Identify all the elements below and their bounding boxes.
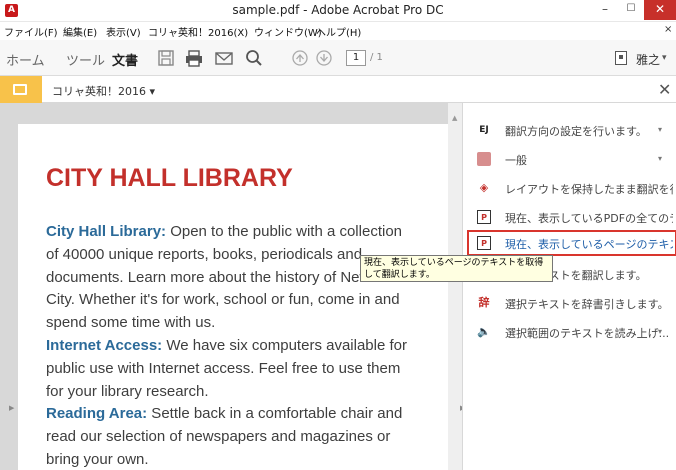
menu-view[interactable]: 表示(V) xyxy=(106,24,141,39)
body-line: for your library research. xyxy=(46,382,209,400)
mail-icon[interactable] xyxy=(214,48,234,68)
chevron-down-icon[interactable]: ▾ xyxy=(658,154,662,163)
save-icon[interactable] xyxy=(156,48,176,68)
panel-item-label: 一般 xyxy=(505,154,527,167)
maximize-button[interactable]: ☐ xyxy=(618,0,644,20)
tab-document[interactable]: 文書 xyxy=(112,50,138,69)
main-toolbar: ホーム ツール 文書 1 / 1 雅之 ▾ xyxy=(0,40,676,76)
vertical-scrollbar[interactable]: ▲ xyxy=(448,103,462,470)
panel-item-layout-translate[interactable]: ◈ レイアウトを保持したまま翻訳を行... xyxy=(463,175,676,201)
panel-item-translate-direction[interactable]: EJ 翻訳方向の設定を行います。 ▾ xyxy=(463,117,676,143)
panel-item-label: 翻訳方向の設定を行います。 xyxy=(505,125,647,138)
panel-item-label: レイアウトを保持したまま翻訳を行... xyxy=(505,183,673,196)
chevron-down-icon[interactable]: ▾ xyxy=(658,125,662,134)
plugin-panel-toggle[interactable] xyxy=(0,76,42,103)
body-line: City. Whether it's for work, school or f… xyxy=(46,291,400,309)
panel-item-dictionary[interactable]: 辞 選択テキストを辞書引きします。 xyxy=(463,290,676,316)
panel-item-read-aloud[interactable]: 🔈 選択範囲のテキストを読み上げ... ▾ xyxy=(463,319,676,345)
translation-tools-panel: EJ 翻訳方向の設定を行います。 ▾ 一般 ▾ ◈ レイアウトを保持したまま翻訳… xyxy=(462,103,676,470)
menu-help[interactable]: ヘルプ(H) xyxy=(316,24,361,39)
body-line: read our selection of newspapers and mag… xyxy=(46,428,391,446)
panel-item-general[interactable]: 一般 ▾ xyxy=(463,146,676,172)
general-settings-icon xyxy=(477,152,491,166)
folder-icon xyxy=(13,84,27,95)
user-name[interactable]: 雅之 xyxy=(636,51,660,68)
tooltip: 現在、表示しているページのテキストを取得して翻訳します。 xyxy=(360,255,553,282)
menu-bar: ファイル(F) 編集(E) 表示(V) コリャ英和！2016(X) ウィンドウ(… xyxy=(0,22,676,40)
scroll-up-icon[interactable]: ▲ xyxy=(452,114,457,122)
document-title: CITY HALL LIBRARY xyxy=(46,164,293,192)
panel-item-label: 現在、表示しているPDFの全てのテ... xyxy=(505,212,673,225)
pdf-all-text-icon: P xyxy=(477,210,491,224)
chevron-down-icon[interactable]: ▾ xyxy=(662,53,667,63)
chevron-down-icon[interactable]: ▾ xyxy=(658,327,662,336)
panel-item-label: 選択範囲のテキストを読み上げ... xyxy=(505,327,670,340)
user-account-icon[interactable] xyxy=(615,51,627,65)
close-plugin-icon[interactable]: ✕ xyxy=(658,80,671,99)
previous-page-icon[interactable] xyxy=(290,48,310,68)
panel-item-label: 現在、表示しているページのテキス... xyxy=(505,238,673,251)
title-bar: A sample.pdf - Adobe Acrobat Pro DC – ☐ … xyxy=(0,0,676,22)
plugin-name-dropdown[interactable]: コリャ英和！2016 ▾ xyxy=(52,83,155,99)
menu-file[interactable]: ファイル(F) xyxy=(4,24,58,39)
search-icon[interactable] xyxy=(244,48,264,68)
menu-window[interactable]: ウィンドウ(W) xyxy=(254,24,322,39)
panel-item-label: 選択テキストを辞書引きします。 xyxy=(505,298,669,311)
dictionary-lookup-icon: 辞 xyxy=(478,296,490,309)
body-line: public use with Internet access. Feel fr… xyxy=(46,359,401,377)
layout-translate-icon: ◈ xyxy=(479,181,489,194)
tab-tools[interactable]: ツール xyxy=(66,50,105,69)
plugin-bar: コリャ英和！2016 ▾ ✕ xyxy=(0,76,676,103)
body-line: bring your own. xyxy=(46,450,149,468)
page-number-input[interactable]: 1 xyxy=(346,50,366,66)
close-document-icon[interactable]: × xyxy=(664,24,672,35)
body-line: Reading Area: Settle back in a comfortab… xyxy=(46,405,403,423)
menu-korya-eiwa[interactable]: コリャ英和！2016(X) xyxy=(148,24,248,39)
next-page-icon[interactable] xyxy=(314,48,334,68)
minimize-button[interactable]: – xyxy=(592,0,618,20)
tab-home[interactable]: ホーム xyxy=(6,50,45,69)
menu-edit[interactable]: 編集(E) xyxy=(63,24,97,39)
translate-direction-icon: EJ xyxy=(479,125,489,135)
body-line: City Hall Library: Open to the public wi… xyxy=(46,223,403,240)
panel-item-pdf-all-text[interactable]: P 現在、表示しているPDFの全てのテ... xyxy=(463,204,676,230)
pdf-page: CITY HALL LIBRARY City Hall Library: Ope… xyxy=(18,124,448,470)
window-title: sample.pdf - Adobe Acrobat Pro DC xyxy=(232,3,444,17)
body-line: spend some time with us. xyxy=(46,314,216,332)
left-panel-expand-icon[interactable]: ▶ xyxy=(9,404,14,412)
body-line: Internet Access: We have six computers a… xyxy=(46,336,407,354)
print-icon[interactable] xyxy=(184,48,204,68)
read-aloud-icon: 🔈 xyxy=(477,325,491,338)
close-window-button[interactable]: ✕ xyxy=(644,0,676,20)
page-text-translate-icon: P xyxy=(477,236,491,250)
page-total: / 1 xyxy=(370,52,383,63)
panel-item-page-text-translate[interactable]: P 現在、表示しているページのテキス... xyxy=(467,230,676,256)
